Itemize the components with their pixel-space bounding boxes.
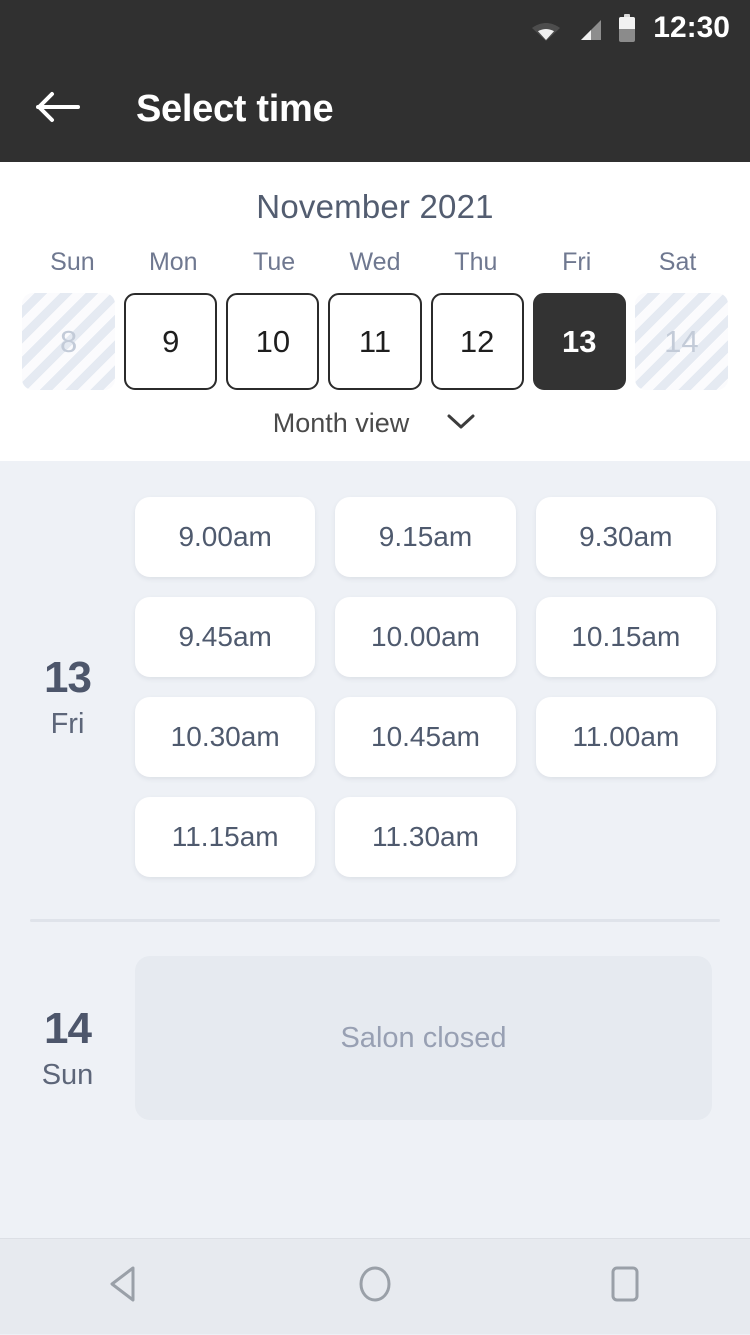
schedule-day-label: 14 Sun [0, 956, 135, 1120]
calendar-day-cell[interactable]: 10 [226, 293, 320, 390]
nav-recents-button[interactable] [570, 1239, 680, 1335]
app-bar: Select time [0, 56, 750, 162]
status-bar-clock: 12:30 [653, 11, 730, 44]
month-view-label: Month view [272, 408, 410, 438]
weekday-label: Wed [349, 248, 401, 276]
time-slot-button[interactable]: 9.30am [535, 497, 716, 577]
weekday-label: Sat [658, 248, 697, 276]
calendar-day-cell-disabled: 14 [634, 293, 728, 390]
time-slot-placeholder [536, 797, 716, 877]
status-bar: 12:30 [0, 0, 750, 56]
status-icons [531, 14, 636, 42]
chevron-down-icon [445, 411, 477, 436]
schedule-day-name: Sun [41, 1058, 94, 1091]
weekday-label: Fri [562, 248, 592, 276]
time-slot-button[interactable]: 11.30am [335, 797, 516, 877]
calendar-days-row: 8 9 10 11 12 13 14 [0, 293, 750, 390]
schedule-day-number: 14 [44, 1004, 92, 1054]
schedule-day-name: Fri [50, 707, 85, 740]
time-slot-button[interactable]: 10.15am [535, 597, 716, 677]
schedule-day-number: 13 [44, 653, 92, 703]
battery-icon [619, 14, 636, 42]
time-slot-grid: 9.00am 9.15am 9.30am 9.45am 10.00am 10.1… [135, 497, 750, 877]
weekday-label: Thu [454, 248, 498, 276]
time-slot-button[interactable]: 10.45am [335, 697, 516, 777]
schedule-day-block: 13 Fri 9.00am 9.15am 9.30am 9.45am 10.00… [0, 461, 750, 877]
time-slot-button[interactable]: 11.15am [135, 797, 316, 877]
calendar-month-label: November 2021 [256, 188, 494, 225]
weekday-header-row: Sun Mon Tue Wed Thu Fri Sat [0, 248, 750, 277]
page-title: Select time [136, 87, 334, 130]
nav-home-button[interactable] [320, 1239, 430, 1335]
time-slot-button[interactable]: 9.15am [335, 497, 516, 577]
calendar-day-cell[interactable]: 12 [430, 293, 524, 390]
salon-closed-card: Salon closed [135, 956, 712, 1120]
calendar-day-cell[interactable]: 11 [328, 293, 422, 390]
schedule-area: 13 Fri 9.00am 9.15am 9.30am 9.45am 10.00… [0, 461, 750, 1120]
android-navigation-bar [0, 1238, 750, 1334]
schedule-day-label: 13 Fri [0, 497, 135, 877]
month-view-toggle[interactable]: Month view [0, 408, 750, 439]
back-triangle-icon [106, 1264, 144, 1309]
weekday-label: Tue [253, 248, 296, 276]
time-slot-button[interactable]: 10.00am [335, 597, 516, 677]
wifi-icon [531, 18, 561, 42]
home-circle-icon [355, 1263, 395, 1310]
calendar-day-cell[interactable]: 9 [124, 293, 218, 390]
back-button[interactable] [32, 83, 84, 135]
time-slot-button[interactable]: 11.00am [535, 697, 716, 777]
weekday-label: Mon [148, 248, 198, 276]
nav-back-button[interactable] [70, 1239, 180, 1335]
schedule-day-block: 14 Sun Salon closed [0, 922, 750, 1120]
time-slot-button[interactable]: 10.30am [135, 697, 316, 777]
cellular-signal-icon [577, 18, 603, 42]
calendar-day-cell-disabled: 8 [22, 293, 116, 390]
recents-square-icon [608, 1264, 642, 1309]
calendar-day-cell-selected[interactable]: 13 [532, 293, 626, 390]
weekday-label: Sun [50, 248, 95, 276]
time-slot-button[interactable]: 9.45am [135, 597, 316, 677]
arrow-left-icon [36, 91, 80, 128]
time-slot-button[interactable]: 9.00am [135, 497, 316, 577]
calendar-strip: November 2021 Sun Mon Tue Wed Thu Fri Sa… [0, 162, 750, 461]
